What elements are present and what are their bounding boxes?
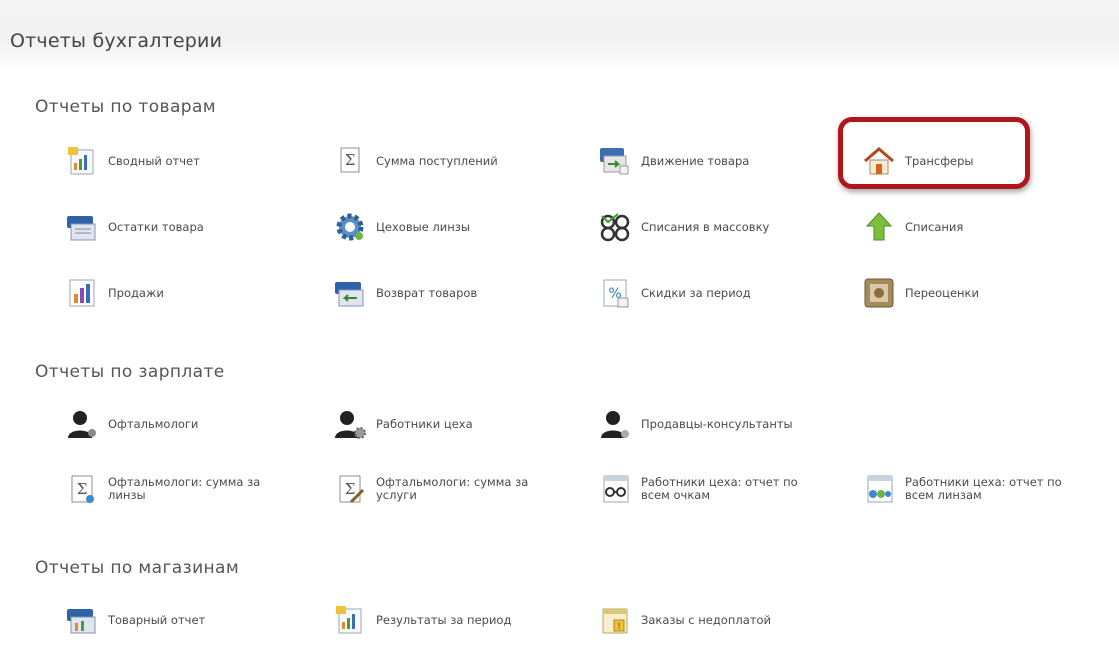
report-mass-writeoff[interactable]: Списания в массовку [598, 207, 769, 247]
svg-text:Σ: Σ [77, 480, 88, 498]
report-ophthalmologists[interactable]: Офтальмологи [65, 404, 198, 444]
period-results-icon [333, 603, 367, 637]
report-ophthalmologists-services-sum[interactable]: Σ Офтальмологи: сумма за услуги [333, 469, 551, 509]
report-discounts[interactable]: % Скидки за период [598, 273, 751, 313]
lenses-calendar-icon [862, 472, 896, 506]
report-label: Сводный отчет [108, 153, 200, 168]
glasses-icon [598, 210, 632, 244]
report-income-sum[interactable]: Σ Сумма поступлений [333, 141, 498, 181]
user-icon [65, 407, 99, 441]
up-arrow-icon [862, 210, 896, 244]
report-label: Остатки товара [108, 219, 204, 234]
svg-text:Σ: Σ [345, 151, 356, 169]
revaluation-icon [862, 276, 896, 310]
report-label: Движение товара [641, 153, 750, 168]
goods-return-icon [333, 276, 367, 310]
report-underpaid-orders[interactable]: ! Заказы с недоплатой [598, 600, 771, 640]
report-label: Переоценки [905, 285, 979, 300]
report-label: Продавцы-консультанты [641, 416, 793, 431]
report-goods-movement[interactable]: Движение товара [598, 141, 749, 181]
report-label: Сумма поступлений [376, 153, 498, 168]
report-label: Списания в массовку [641, 219, 770, 234]
glasses-calendar-icon [598, 472, 632, 506]
report-shop-workers[interactable]: Работники цеха [333, 404, 473, 444]
gear-icon [333, 210, 367, 244]
report-label: Товарный отчет [108, 612, 206, 627]
goods-stock-icon [65, 210, 99, 244]
report-summary[interactable]: Сводный отчет [65, 141, 200, 181]
sigma-tools-icon: Σ [333, 472, 367, 506]
sales-chart-icon [65, 276, 99, 310]
report-goods-stock[interactable]: Остатки товара [65, 207, 204, 247]
highlight-frame [838, 117, 1030, 189]
report-label: Офтальмологи: сумма за услуги [376, 475, 529, 502]
section-title-stores: Отчеты по магазинам [35, 558, 240, 578]
report-label: Скидки за период [641, 285, 751, 300]
report-label: Возврат товаров [376, 285, 478, 300]
report-revaluation[interactable]: Переоценки [862, 273, 979, 313]
summary-report-icon [65, 144, 99, 178]
report-label: Списания [905, 219, 964, 234]
report-goods-report[interactable]: Товарный отчет [65, 600, 205, 640]
report-shop-lenses[interactable]: Цеховые линзы [333, 207, 470, 247]
report-label: Результаты за период [376, 612, 512, 627]
sigma-document-icon: Σ [65, 472, 99, 506]
svg-text:Σ: Σ [345, 480, 356, 498]
report-label: Работники цеха: отчет по всем линзам [905, 475, 1062, 502]
report-label: Работники цеха: отчет по всем очкам [641, 475, 798, 502]
report-workers-all-glasses[interactable]: Работники цеха: отчет по всем очкам [598, 469, 816, 509]
user-icon [598, 407, 632, 441]
report-label: Продажи [108, 285, 164, 300]
underpaid-orders-icon: ! [598, 603, 632, 637]
report-label: Офтальмологи [108, 416, 199, 431]
report-goods-return[interactable]: Возврат товаров [333, 273, 477, 313]
report-label: Работники цеха [376, 416, 473, 431]
page-title: Отчеты бухгалтерии [10, 30, 223, 52]
report-ophthalmologists-lenses-sum[interactable]: Σ Офтальмологи: сумма за линзы [65, 469, 283, 509]
report-writeoff[interactable]: Списания [862, 207, 963, 247]
user-gear-icon [333, 407, 367, 441]
goods-movement-icon [598, 144, 632, 178]
report-period-results[interactable]: Результаты за период [333, 600, 511, 640]
sigma-document-icon: Σ [333, 144, 367, 178]
report-sales-consultants[interactable]: Продавцы-консультанты [598, 404, 793, 444]
section-title-salary: Отчеты по зарплате [35, 362, 225, 382]
discount-icon: % [598, 276, 632, 310]
report-sales[interactable]: Продажи [65, 273, 164, 313]
report-label: Офтальмологи: сумма за линзы [108, 475, 261, 502]
report-label: Заказы с недоплатой [641, 612, 771, 627]
page-header: Отчеты бухгалтерии [0, 0, 1119, 70]
svg-text:!: ! [617, 622, 621, 632]
report-workers-all-lenses[interactable]: Работники цеха: отчет по всем линзам [862, 469, 1080, 509]
report-label: Цеховые линзы [376, 219, 470, 234]
goods-report-icon [65, 603, 99, 637]
section-title-goods: Отчеты по товарам [35, 97, 217, 117]
